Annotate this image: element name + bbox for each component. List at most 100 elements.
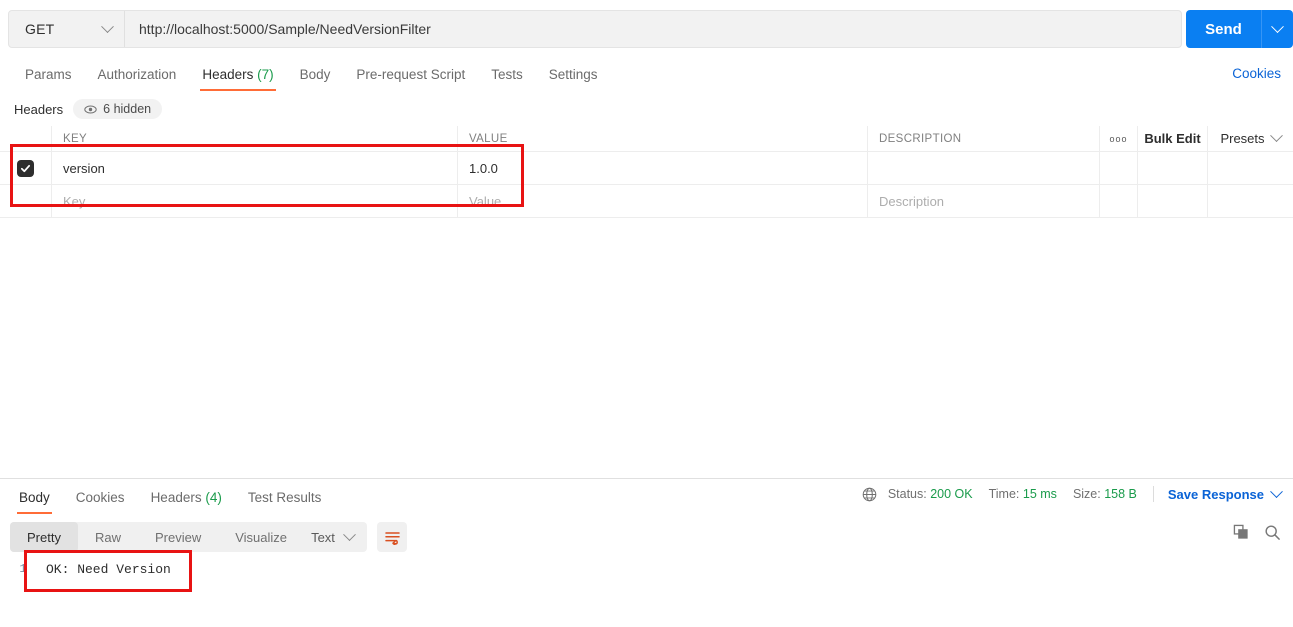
headers-section-label: Headers <box>14 101 64 117</box>
copy-icon[interactable] <box>1233 524 1250 541</box>
response-tab-headers[interactable]: Headers (4) <box>138 490 235 514</box>
tab-authorization[interactable]: Authorization <box>85 67 190 91</box>
row-spacer-dots <box>1100 152 1138 184</box>
new-header-description-input[interactable]: Description <box>868 185 1100 217</box>
response-body-toolbar: Pretty Raw Preview Visualize Text <box>0 520 1293 556</box>
eye-icon <box>84 105 97 113</box>
new-row-spacer-dots <box>1100 185 1138 217</box>
word-wrap-icon <box>384 531 400 545</box>
request-tabs: Params Authorization Headers (7) Body Pr… <box>0 58 1293 91</box>
table-row-new: Key Value Description <box>0 185 1293 218</box>
header-value-cell[interactable]: 1.0.0 <box>458 152 868 184</box>
tab-label: Pre-request Script <box>356 67 466 82</box>
column-header-description: DESCRIPTION <box>868 126 1100 151</box>
chevron-down-icon <box>343 527 356 541</box>
headers-table: KEY VALUE DESCRIPTION ooo Bulk Edit Pres… <box>0 126 1293 218</box>
time-label: Time: <box>988 487 1020 501</box>
header-cell-checkbox <box>0 126 52 151</box>
http-method-label: GET <box>25 21 55 37</box>
view-mode-visualize[interactable]: Visualize <box>218 522 304 552</box>
tab-tests[interactable]: Tests <box>478 67 536 91</box>
response-body-icons <box>1233 524 1281 541</box>
tab-label: Headers <box>150 490 202 505</box>
header-key-cell[interactable]: version <box>52 152 458 184</box>
new-row-spacer-presets <box>1208 185 1293 217</box>
divider <box>1152 486 1154 502</box>
tab-pre-request-script[interactable]: Pre-request Script <box>343 67 478 91</box>
ellipsis-icon: ooo <box>1109 133 1128 144</box>
response-view-modes: Pretty Raw Preview Visualize <box>10 522 305 552</box>
tab-label: Tests <box>491 67 523 82</box>
send-button[interactable]: Send <box>1186 10 1261 48</box>
chevron-down-icon <box>1269 129 1283 143</box>
new-header-value-input[interactable]: Value <box>458 185 868 217</box>
hidden-headers-toggle[interactable]: 6 hidden <box>73 99 163 119</box>
table-header-row: KEY VALUE DESCRIPTION ooo Bulk Edit Pres… <box>0 126 1293 152</box>
tab-count: (4) <box>205 490 222 505</box>
bulk-edit-button[interactable]: Bulk Edit <box>1138 126 1208 151</box>
search-icon[interactable] <box>1264 524 1281 541</box>
status-label: Status: <box>887 487 927 501</box>
presets-label: Presets <box>1220 131 1265 146</box>
hidden-headers-count: 6 hidden <box>103 102 152 116</box>
line-number: 1 <box>19 562 27 576</box>
save-response-button[interactable]: Save Response <box>1167 484 1283 502</box>
view-mode-pretty[interactable]: Pretty <box>10 522 78 552</box>
status-code: Status: 200 OK <box>888 487 973 501</box>
size-value: 158 B <box>1104 487 1137 501</box>
row-checkbox-cell <box>0 152 52 184</box>
chevron-down-icon <box>1270 484 1283 498</box>
check-icon <box>20 164 31 172</box>
tab-params[interactable]: Params <box>12 67 85 91</box>
column-header-key: KEY <box>52 126 458 151</box>
view-mode-preview[interactable]: Preview <box>138 522 218 552</box>
url-input[interactable] <box>125 11 1181 47</box>
tab-label: Headers <box>202 67 254 82</box>
tab-count: (7) <box>257 67 274 82</box>
tab-settings[interactable]: Settings <box>536 67 611 91</box>
view-mode-raw[interactable]: Raw <box>78 522 138 552</box>
tab-label: Test Results <box>247 490 322 505</box>
response-tab-test-results[interactable]: Test Results <box>235 490 335 514</box>
http-method-selector[interactable]: GET <box>9 11 125 47</box>
tab-label: Settings <box>548 67 598 82</box>
response-body-viewer[interactable]: 1 OK: Need Version <box>0 556 1293 627</box>
chevron-down-icon <box>1271 19 1284 33</box>
tab-body[interactable]: Body <box>287 67 344 91</box>
column-header-value: VALUE <box>458 126 868 151</box>
table-row: version 1.0.0 <box>0 152 1293 185</box>
row-spacer-bulk <box>1138 152 1208 184</box>
more-actions-button[interactable]: ooo <box>1100 126 1138 151</box>
status-value: 200 OK <box>930 487 973 501</box>
send-options-button[interactable] <box>1261 10 1293 48</box>
postman-request-response-view: GET Send Params Authorization Headers (7… <box>0 0 1293 627</box>
url-input-group: GET <box>8 10 1182 48</box>
send-button-group: Send <box>1186 10 1293 48</box>
tab-label: Body <box>299 67 331 82</box>
response-tab-cookies[interactable]: Cookies <box>63 490 138 514</box>
response-format-selector[interactable]: Text <box>298 522 367 552</box>
new-row-checkbox-cell <box>0 185 52 217</box>
tab-label: Authorization <box>97 67 177 82</box>
response-time: Time: 15 ms <box>989 487 1057 501</box>
tab-headers[interactable]: Headers (7) <box>189 67 286 91</box>
header-description-cell[interactable] <box>868 152 1100 184</box>
code-line: 1 OK: Need Version <box>0 556 1293 577</box>
tab-label: Cookies <box>75 490 125 505</box>
save-response-label: Save Response <box>1167 486 1264 502</box>
word-wrap-button[interactable] <box>377 522 407 552</box>
response-size: Size: 158 B <box>1073 487 1137 501</box>
response-status-bar: Status: 200 OK Time: 15 ms Size: 158 B S… <box>862 484 1283 502</box>
header-enabled-checkbox[interactable] <box>17 159 34 177</box>
new-header-key-input[interactable]: Key <box>52 185 458 217</box>
presets-button[interactable]: Presets <box>1208 126 1293 151</box>
cookies-link[interactable]: Cookies <box>1232 66 1281 81</box>
row-spacer-presets <box>1208 152 1293 184</box>
tab-label: Params <box>25 67 72 82</box>
tab-label: Body <box>19 490 50 505</box>
chevron-down-icon <box>101 19 114 33</box>
url-bar: GET Send <box>0 0 1293 58</box>
response-tab-body[interactable]: Body <box>6 490 63 514</box>
size-label: Size: <box>1072 487 1101 501</box>
response-body-text: OK: Need Version <box>46 561 171 577</box>
